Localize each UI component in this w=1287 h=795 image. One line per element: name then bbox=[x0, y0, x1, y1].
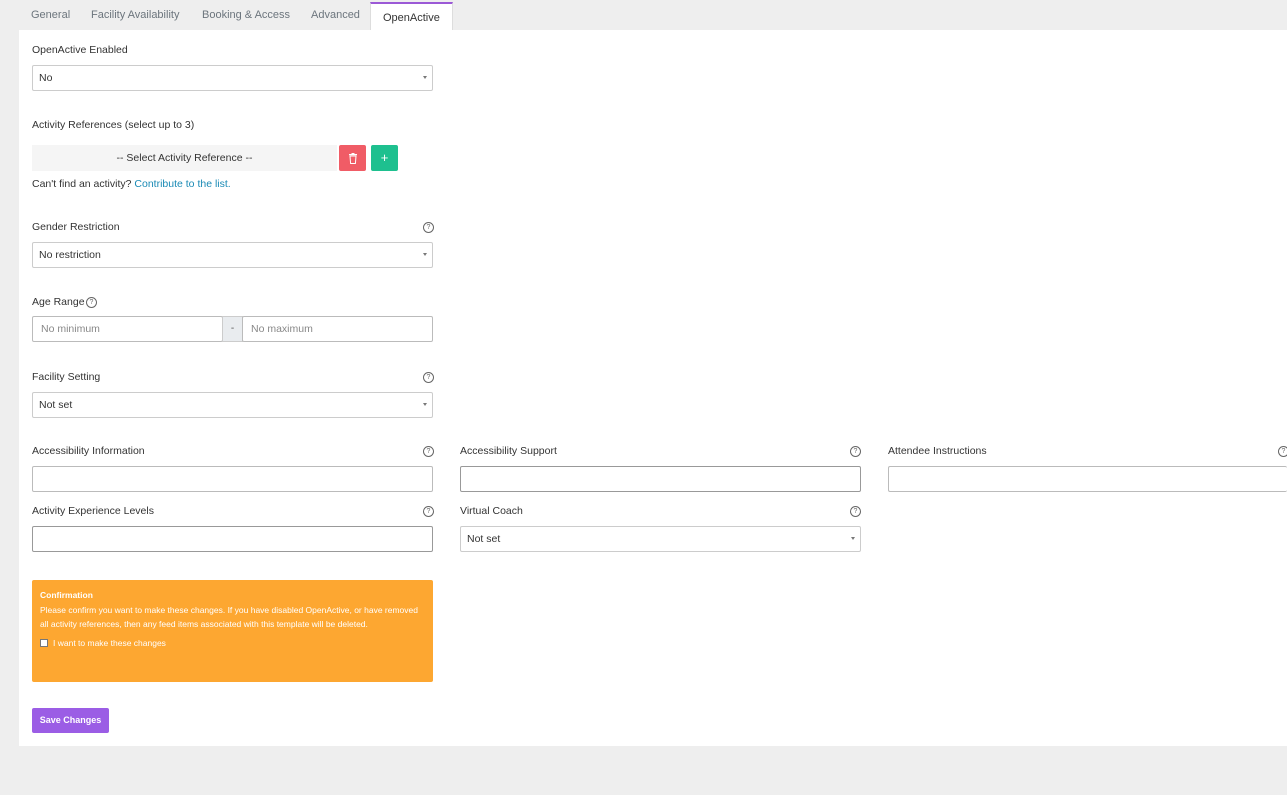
delete-activity-button[interactable] bbox=[339, 145, 366, 171]
confirm-checkbox-label[interactable]: I want to make these changes bbox=[53, 636, 166, 651]
openactive-enabled-label: OpenActive Enabled bbox=[32, 44, 128, 56]
facility-setting-label: Facility Setting bbox=[32, 371, 101, 383]
virtual-coach-select[interactable]: Not set bbox=[460, 526, 861, 552]
help-icon[interactable]: ? bbox=[423, 372, 434, 383]
tab-openactive[interactable]: OpenActive bbox=[370, 2, 453, 31]
trash-icon bbox=[348, 153, 357, 165]
help-icon[interactable]: ? bbox=[1278, 446, 1287, 457]
contribute-link[interactable]: Contribute to the list. bbox=[134, 178, 230, 190]
virtual-coach-label: Virtual Coach bbox=[460, 505, 523, 517]
plus-icon: + bbox=[380, 150, 389, 165]
confirm-checkbox[interactable] bbox=[40, 638, 48, 647]
facility-setting-select[interactable]: Not set bbox=[32, 392, 433, 418]
age-range-label: Age Range bbox=[32, 296, 85, 308]
activity-hint: Can't find an activity? Contribute to th… bbox=[32, 178, 231, 190]
confirmation-title: Confirmation bbox=[40, 590, 93, 600]
virtual-coach-value: Not set bbox=[467, 533, 501, 545]
help-icon[interactable]: ? bbox=[850, 446, 861, 457]
attendee-instructions-label: Attendee Instructions bbox=[888, 445, 987, 457]
caret-down-icon bbox=[423, 76, 427, 79]
age-range-separator: - bbox=[222, 316, 243, 342]
help-icon[interactable]: ? bbox=[86, 297, 97, 308]
tab-facility-availability[interactable]: Facility Availability bbox=[91, 0, 179, 30]
activity-references-label: Activity References (select up to 3) bbox=[32, 119, 195, 131]
confirmation-alert: Confirmation Please confirm you want to … bbox=[32, 580, 433, 682]
facility-setting-value: Not set bbox=[39, 399, 73, 411]
attendee-instructions-input[interactable] bbox=[888, 466, 1287, 492]
help-icon[interactable]: ? bbox=[423, 446, 434, 457]
openactive-panel: OpenActive Enabled No Activity Reference… bbox=[19, 30, 1287, 746]
add-activity-button[interactable]: + bbox=[371, 145, 398, 171]
activity-experience-levels-input[interactable] bbox=[32, 526, 433, 552]
openactive-enabled-value: No bbox=[39, 72, 53, 84]
activity-reference-select[interactable]: -- Select Activity Reference -- bbox=[32, 145, 337, 171]
gender-restriction-value: No restriction bbox=[39, 249, 101, 261]
accessibility-support-label: Accessibility Support bbox=[460, 445, 557, 457]
activity-hint-text: Can't find an activity? bbox=[32, 178, 132, 190]
caret-down-icon bbox=[851, 537, 855, 540]
help-icon[interactable]: ? bbox=[423, 506, 434, 517]
gender-restriction-label: Gender Restriction bbox=[32, 221, 120, 233]
tab-advanced[interactable]: Advanced bbox=[311, 0, 360, 30]
save-changes-button[interactable]: Save Changes bbox=[32, 708, 109, 733]
gender-restriction-select[interactable]: No restriction bbox=[32, 242, 433, 268]
openactive-enabled-select[interactable]: No bbox=[32, 65, 433, 91]
accessibility-information-input[interactable] bbox=[32, 466, 433, 492]
confirmation-checkbox-row: I want to make these changes bbox=[40, 636, 425, 651]
accessibility-information-label: Accessibility Information bbox=[32, 445, 145, 457]
tab-general[interactable]: General bbox=[31, 0, 70, 30]
activity-experience-levels-label: Activity Experience Levels bbox=[32, 505, 154, 517]
help-icon[interactable]: ? bbox=[850, 506, 861, 517]
caret-down-icon bbox=[423, 403, 427, 406]
tab-bar: General Facility Availability Booking & … bbox=[19, 0, 1287, 31]
tab-booking-access[interactable]: Booking & Access bbox=[202, 0, 290, 30]
help-icon[interactable]: ? bbox=[423, 222, 434, 233]
caret-down-icon bbox=[423, 253, 427, 256]
age-min-input[interactable]: No minimum bbox=[32, 316, 223, 342]
age-max-input[interactable]: No maximum bbox=[242, 316, 433, 342]
confirmation-text: Please confirm you want to make these ch… bbox=[40, 604, 418, 630]
accessibility-support-input[interactable] bbox=[460, 466, 861, 492]
